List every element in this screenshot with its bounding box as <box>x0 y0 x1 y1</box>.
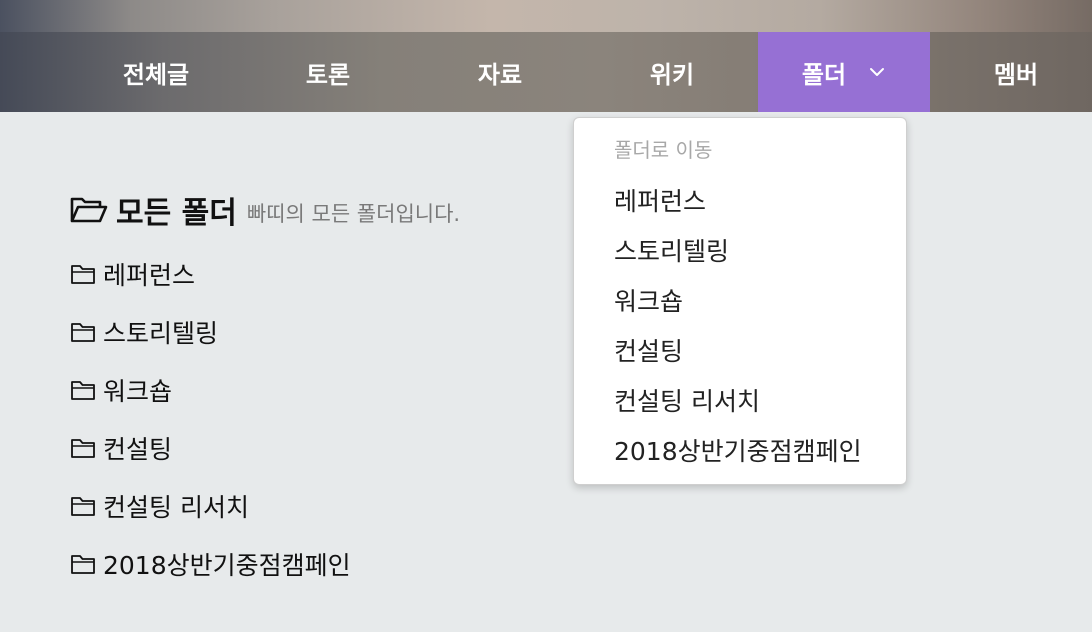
nav-label: 멤버 <box>993 60 1039 89</box>
folder-item[interactable]: 컨설팅 리서치 <box>70 477 351 535</box>
nav-label: 위키 <box>649 60 695 89</box>
header-banner <box>0 0 1092 32</box>
dropdown-item[interactable]: 레퍼런스 <box>614 182 706 218</box>
folder-icon <box>71 323 95 342</box>
folder-item[interactable]: 레퍼런스 <box>70 245 351 303</box>
dropdown-item[interactable]: 워크숍 <box>614 282 683 318</box>
folder-item[interactable]: 컨설팅 <box>70 419 351 477</box>
folder-name: 레퍼런스 <box>103 261 196 290</box>
dropdown-item[interactable]: 컨설팅 리서치 <box>614 382 760 418</box>
folder-list: 레퍼런스 스토리텔링 워크숍 컨설팅 컨설팅 리서치 2018상반기중점캠페인 <box>70 245 351 593</box>
page-heading: 모든 폴더 빠띠의 모든 폴더입니다. <box>70 190 461 231</box>
folder-name: 컨설팅 리서치 <box>103 493 249 522</box>
folder-name: 2018상반기중점캠페인 <box>103 551 351 580</box>
folder-icon <box>71 439 95 458</box>
nav-item-folder[interactable]: 폴더 <box>758 32 930 112</box>
nav-item-all-posts[interactable]: 전체글 <box>70 32 242 112</box>
nav-item-wiki[interactable]: 위키 <box>586 32 758 112</box>
folder-name: 스토리텔링 <box>103 319 219 348</box>
folder-dropdown-menu: 폴더로 이동 레퍼런스 스토리텔링 워크숍 컨설팅 컨설팅 리서치 2018상반… <box>573 117 907 485</box>
page-subtitle: 빠띠의 모든 폴더입니다. <box>246 202 461 226</box>
folder-name: 워크숍 <box>103 377 173 406</box>
page-title: 모든 폴더 <box>116 196 237 231</box>
nav-item-discussion[interactable]: 토론 <box>242 32 414 112</box>
nav-label: 폴더 <box>801 60 847 89</box>
nav-label: 전체글 <box>122 60 190 89</box>
folder-name: 컨설팅 <box>103 435 173 464</box>
folder-item[interactable]: 2018상반기중점캠페인 <box>70 535 351 593</box>
folder-icon <box>71 497 95 516</box>
dropdown-item[interactable]: 스토리텔링 <box>614 232 729 268</box>
dropdown-header: 폴더로 이동 <box>614 138 713 162</box>
main-nav: 전체글 토론 자료 위키 폴더 멤버 <box>0 32 1092 112</box>
dropdown-item[interactable]: 2018상반기중점캠페인 <box>614 432 862 468</box>
dropdown-item[interactable]: 컨설팅 <box>614 332 683 368</box>
folder-item[interactable]: 워크숍 <box>70 361 351 419</box>
folder-open-icon <box>70 197 108 223</box>
nav-item-resources[interactable]: 자료 <box>414 32 586 112</box>
nav-label: 토론 <box>305 60 351 89</box>
nav-item-members[interactable]: 멤버 <box>930 32 1092 112</box>
folder-icon <box>71 381 95 400</box>
chevron-down-icon <box>870 68 885 76</box>
nav-label: 자료 <box>477 60 523 89</box>
folder-item[interactable]: 스토리텔링 <box>70 303 351 361</box>
folder-icon <box>71 555 95 574</box>
folder-icon <box>71 265 95 284</box>
